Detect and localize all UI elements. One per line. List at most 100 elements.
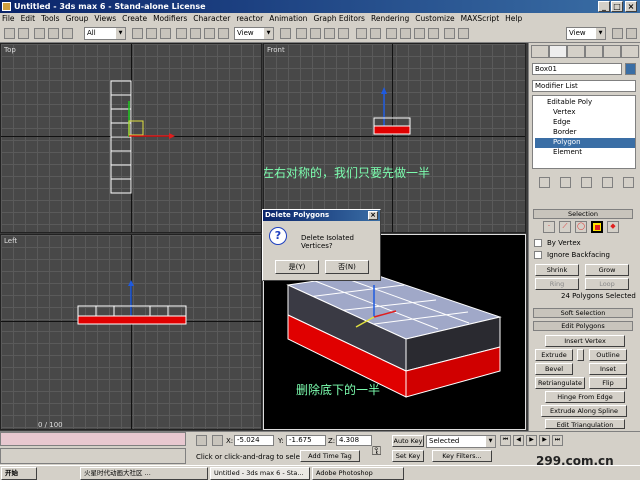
pivot-center-icon[interactable] <box>280 28 291 39</box>
key-mode-dropdown[interactable]: Selected <box>426 435 496 448</box>
menu-character[interactable]: Character <box>193 13 230 25</box>
spinner-snap-icon[interactable] <box>338 28 349 39</box>
remove-modifier-icon[interactable] <box>602 177 613 188</box>
select-scale-icon[interactable] <box>204 28 215 39</box>
menu-customize[interactable]: Customize <box>415 13 454 25</box>
task-forum[interactable]: 火星时代动画大社区 ... <box>80 467 208 480</box>
hinge-from-edge-button[interactable]: Hinge From Edge <box>545 391 625 403</box>
time-slider-frame[interactable]: 0 / 100 <box>38 421 63 429</box>
menu-group[interactable]: Group <box>66 13 89 25</box>
object-color-swatch[interactable] <box>625 63 636 75</box>
extrude-button[interactable]: Extrude <box>535 349 573 361</box>
menu-views[interactable]: Views <box>94 13 116 25</box>
menu-animation[interactable]: Animation <box>269 13 307 25</box>
align-icon[interactable] <box>370 28 381 39</box>
percent-snap-icon[interactable] <box>324 28 335 39</box>
selection-filter-dropdown[interactable]: All <box>84 27 126 40</box>
key-icon[interactable]: ⚿ <box>372 444 381 459</box>
outline-button[interactable]: Outline <box>589 349 627 361</box>
reference-coordinate-dropdown[interactable]: View <box>234 27 274 40</box>
maximize-button[interactable]: □ <box>611 1 623 12</box>
key-filters-button[interactable]: Key Filters... <box>432 450 492 462</box>
retriangulate-button[interactable]: Retriangulate <box>535 377 585 389</box>
close-button[interactable]: × <box>625 1 637 12</box>
task-photoshop[interactable]: Adobe Photoshop <box>312 467 404 480</box>
menu-maxscript[interactable]: MAXScript <box>461 13 500 25</box>
activeshade-icon[interactable] <box>626 28 637 39</box>
edge-level-icon[interactable]: ⟋ <box>559 221 571 233</box>
pin-stack-icon[interactable] <box>539 177 550 188</box>
soft-selection-rollout-header[interactable]: Soft Selection <box>533 308 633 318</box>
select-by-name-icon[interactable] <box>146 28 157 39</box>
add-time-tag-button[interactable]: Add Time Tag <box>300 450 360 462</box>
curve-editor-icon[interactable] <box>400 28 411 39</box>
motion-tab-icon[interactable] <box>585 45 603 58</box>
menu-rendering[interactable]: Rendering <box>371 13 409 25</box>
x-coordinate-field[interactable]: -5.024 <box>234 435 274 446</box>
set-key-button[interactable]: Set Key <box>392 450 424 462</box>
configure-modifier-sets-icon[interactable] <box>623 177 634 188</box>
go-to-end-icon[interactable]: ⏭ <box>552 435 563 446</box>
menu-edit[interactable]: Edit <box>21 13 36 25</box>
quick-render-icon[interactable] <box>458 28 469 39</box>
extrude-settings-button[interactable] <box>577 349 584 361</box>
render-last-icon[interactable] <box>612 28 623 39</box>
hierarchy-tab-icon[interactable] <box>567 45 585 58</box>
render-scene-icon[interactable] <box>444 28 455 39</box>
grow-button[interactable]: Grow <box>585 264 629 276</box>
unlink-icon[interactable] <box>48 28 59 39</box>
link-icon[interactable] <box>34 28 45 39</box>
border-level-icon[interactable]: ◯ <box>575 221 587 233</box>
edit-polygons-rollout-header[interactable]: Edit Polygons <box>533 321 633 331</box>
menu-file[interactable]: File <box>2 13 15 25</box>
vertex-level-icon[interactable]: · <box>543 221 555 233</box>
stack-item-vertex[interactable]: Vertex <box>553 108 576 116</box>
create-tab-icon[interactable] <box>531 45 549 58</box>
play-icon[interactable]: ▶ <box>526 435 537 446</box>
ignore-backfacing-checkbox[interactable] <box>534 251 542 259</box>
z-coordinate-field[interactable]: 4.308 <box>336 435 372 446</box>
select-object-icon[interactable] <box>132 28 143 39</box>
layer-manager-icon[interactable] <box>386 28 397 39</box>
no-button[interactable]: 否(N) <box>325 260 369 274</box>
lock-selection-icon[interactable] <box>196 435 207 446</box>
previous-frame-icon[interactable]: ◀ <box>513 435 524 446</box>
stack-item-edge[interactable]: Edge <box>553 118 571 126</box>
insert-vertex-button[interactable]: Insert Vertex <box>545 335 625 347</box>
element-level-icon[interactable]: ◆ <box>607 221 619 233</box>
schematic-view-icon[interactable] <box>414 28 425 39</box>
utilities-tab-icon[interactable] <box>621 45 639 58</box>
material-editor-icon[interactable] <box>428 28 439 39</box>
extrude-along-spline-button[interactable]: Extrude Along Spline <box>541 405 627 417</box>
start-button[interactable]: 开始 <box>1 467 37 480</box>
minimize-button[interactable]: _ <box>598 1 610 12</box>
menu-graph-editors[interactable]: Graph Editors <box>313 13 365 25</box>
go-to-start-icon[interactable]: ⏮ <box>500 435 511 446</box>
flip-button[interactable]: Flip <box>589 377 627 389</box>
modifier-list-dropdown[interactable]: Modifier List <box>532 80 636 92</box>
dialog-close-button[interactable]: × <box>368 211 378 220</box>
make-unique-icon[interactable] <box>581 177 592 188</box>
modify-tab-icon[interactable] <box>549 45 567 58</box>
snaps-toggle-icon[interactable] <box>296 28 307 39</box>
maxscript-listener-mini[interactable] <box>0 432 186 446</box>
yes-button[interactable]: 是(Y) <box>275 260 319 274</box>
edit-triangulation-button[interactable]: Edit Triangulation <box>545 419 625 429</box>
undo-icon[interactable] <box>4 28 15 39</box>
menu-create[interactable]: Create <box>122 13 147 25</box>
menu-modifiers[interactable]: Modifiers <box>153 13 187 25</box>
menu-tools[interactable]: Tools <box>41 13 59 25</box>
show-end-result-icon[interactable] <box>560 177 571 188</box>
shrink-button[interactable]: Shrink <box>535 264 579 276</box>
angle-snap-icon[interactable] <box>310 28 321 39</box>
auto-key-button[interactable]: Auto Key <box>392 435 424 447</box>
mirror-icon[interactable] <box>356 28 367 39</box>
stack-item-polygon[interactable]: Polygon <box>535 138 635 148</box>
viewport-left[interactable]: Left <box>0 234 262 430</box>
inset-button[interactable]: Inset <box>589 363 627 375</box>
absolute-mode-icon[interactable] <box>212 435 223 446</box>
stack-item-editable-poly[interactable]: Editable Poly <box>547 98 592 106</box>
rectangular-selection-icon[interactable] <box>160 28 171 39</box>
menu-help[interactable]: Help <box>505 13 522 25</box>
loop-button[interactable]: Loop <box>585 278 629 290</box>
